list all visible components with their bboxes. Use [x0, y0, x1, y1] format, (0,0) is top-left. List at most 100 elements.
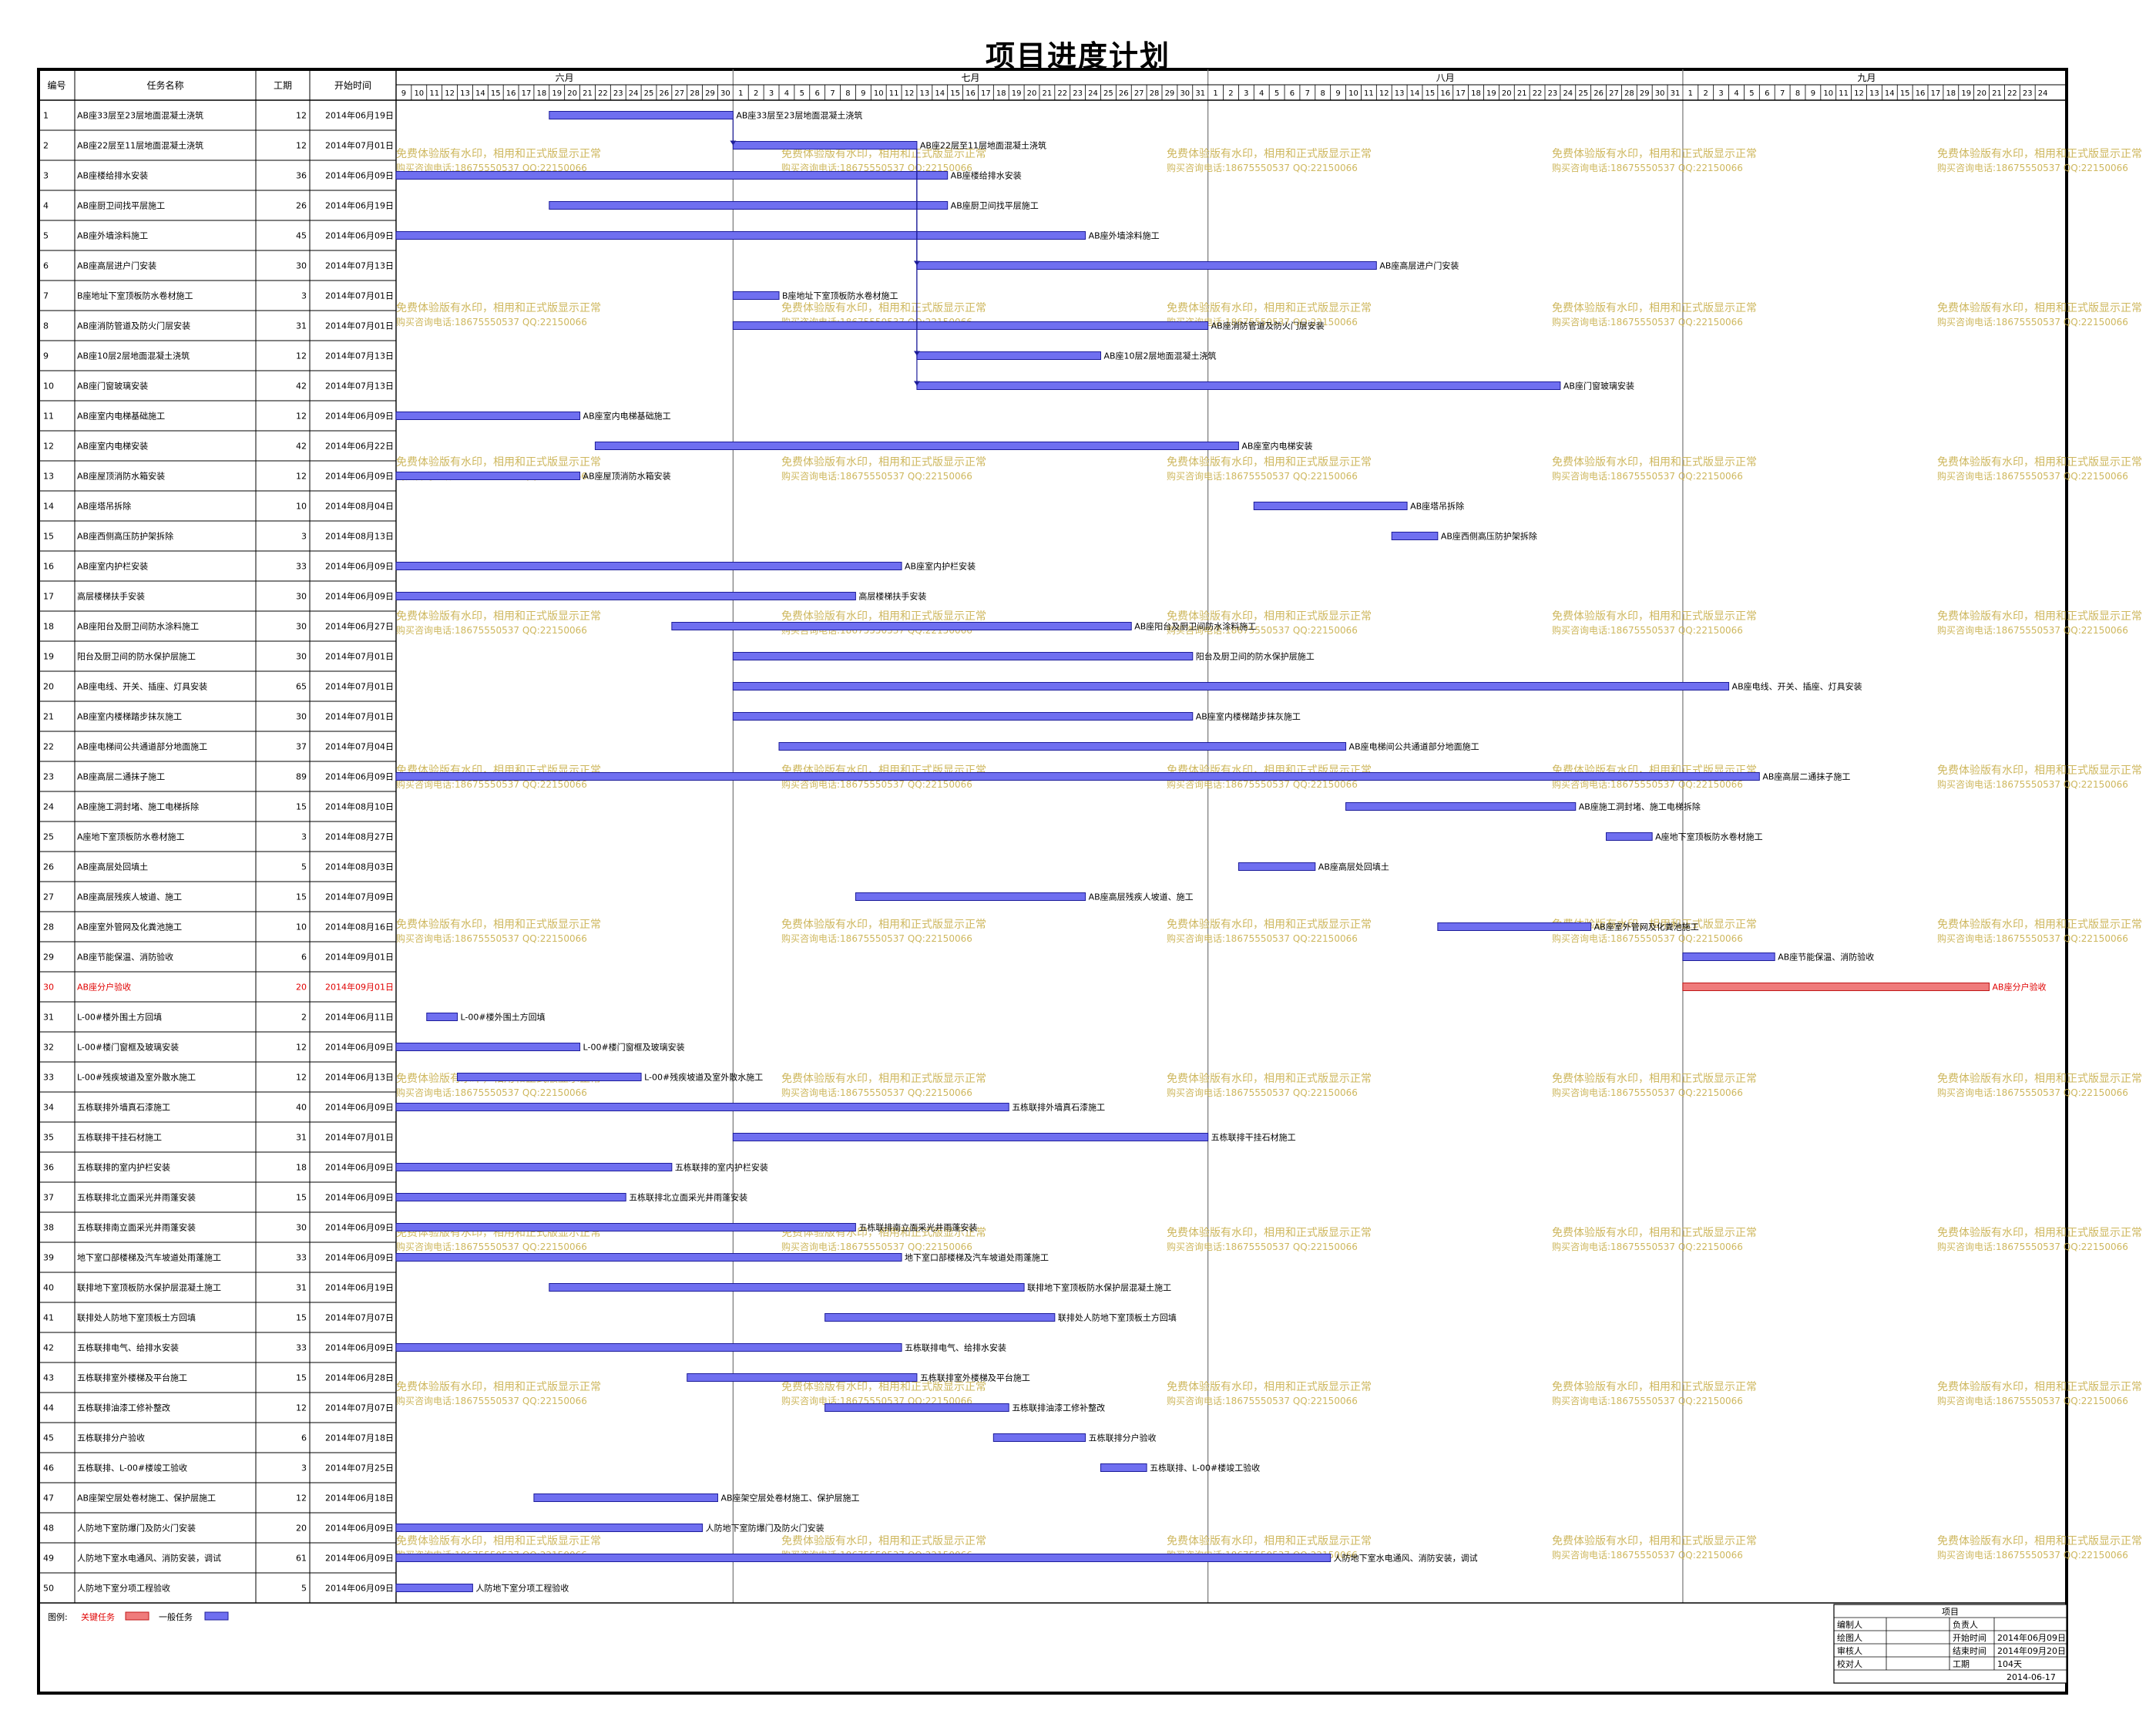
task-bar-label: 五栋联排、L-00#楼竣工验收 [1150, 1463, 1260, 1473]
watermark-line1: 免费体验版有水印，相用和正式版显示正常 [1167, 919, 1372, 931]
task-bar [395, 231, 1086, 240]
task-bar [395, 772, 1760, 781]
info-cell: 2014年09月20日 [1997, 1645, 2066, 1656]
task-bar-label: AB座节能保温、消防验收 [1778, 952, 1874, 963]
day-tick-label: 5 [800, 89, 804, 98]
task-bar-label: 人防地下室水电通风、消防安装，调试 [1334, 1553, 1478, 1564]
critical-task-bar [1682, 983, 1990, 991]
task-bar-label: 联排地下室顶板防水保护层混凝土施工 [1027, 1282, 1171, 1293]
day-tick-label: 3 [1244, 89, 1248, 98]
task-bar [395, 1524, 704, 1532]
task-duration: 12 [296, 1043, 307, 1053]
day-tick-label: 19 [1486, 89, 1496, 98]
day-tick-label: 23 [2023, 89, 2033, 98]
task-id: 25 [43, 832, 54, 842]
day-tick-label: 8 [845, 89, 850, 98]
task-duration: 3 [301, 832, 307, 842]
task-duration: 12 [296, 472, 307, 482]
task-id: 29 [43, 953, 54, 963]
task-id: 42 [43, 1343, 54, 1353]
task-id: 28 [43, 922, 54, 932]
task-id: 27 [43, 892, 54, 902]
day-tick-label: 18 [1471, 89, 1481, 98]
task-bar-label: AB座室内楼梯踏步抹灰施工 [1196, 711, 1301, 722]
watermark-line1: 免费体验版有水印，相用和正式版显示正常 [1552, 1227, 1757, 1239]
task-start: 2014年07月01日 [325, 140, 394, 151]
task-start: 2014年07月07日 [325, 1312, 394, 1323]
task-bar-label: 高层楼梯扶手安装 [858, 591, 926, 602]
watermark-line1: 免费体验版有水印，相用和正式版显示正常 [1937, 148, 2142, 160]
day-tick-label: 8 [1321, 89, 1325, 98]
info-cell: 开始时间 [1953, 1632, 1986, 1643]
day-tick-label: 13 [460, 89, 470, 98]
day-tick-label: 1 [1213, 89, 1217, 98]
task-bar-label: AB座厨卫间找平层施工 [951, 200, 1039, 211]
watermark-line1: 免费体验版有水印，相用和正式版显示正常 [1937, 1381, 2142, 1393]
task-bar-label: 五栋联排油漆工修补整改 [1012, 1403, 1105, 1413]
watermark-line1: 免费体验版有水印，相用和正式版显示正常 [1167, 302, 1372, 314]
task-bar-label: AB座电线、开关、插座、灯具安装 [1732, 681, 1862, 692]
task-bar [916, 261, 1377, 270]
task-id: 31 [43, 1013, 54, 1023]
task-duration: 3 [301, 532, 307, 542]
task-duration: 33 [296, 1253, 307, 1263]
day-tick-label: 17 [981, 89, 991, 98]
task-id: 48 [43, 1524, 54, 1534]
task-start: 2014年06月09日 [325, 1192, 394, 1203]
task-start: 2014年08月13日 [325, 531, 394, 542]
day-tick-label: 9 [861, 89, 865, 98]
task-start: 2014年06月09日 [325, 771, 394, 782]
task-duration: 65 [296, 682, 307, 692]
day-tick-label: 11 [1364, 89, 1374, 98]
task-name: AB座消防管道及防火门层安装 [77, 321, 190, 331]
day-tick-label: 1 [1688, 89, 1693, 98]
task-bar-label: AB座室外管网及化粪池施工 [1594, 922, 1699, 932]
task-bar [1606, 832, 1653, 841]
task-bar-label: 五栋联排的室内护栏安装 [675, 1162, 768, 1173]
task-bar-label: AB座架空层处卷材施工、保护层施工 [720, 1493, 859, 1504]
task-name: 五栋联排外墙真石漆施工 [77, 1102, 170, 1113]
task-duration: 30 [296, 1223, 307, 1233]
day-tick-label: 12 [905, 89, 915, 98]
task-duration: 33 [296, 562, 307, 572]
task-id: 14 [43, 502, 54, 512]
task-start: 2014年06月19日 [325, 110, 394, 121]
task-bar-label: AB座塔吊拆除 [1410, 501, 1464, 512]
task-start: 2014年06月18日 [325, 1493, 394, 1504]
day-tick-label: 13 [1395, 89, 1405, 98]
task-name: AB座33层至23层地面混凝土浇筑 [77, 110, 203, 121]
watermark-line2: 购买咨询电话:18675550537 QQ:22150066 [1937, 1087, 2128, 1098]
task-bar-label: AB座门窗玻璃安装 [1563, 381, 1634, 391]
day-tick-label: 17 [1931, 89, 1941, 98]
day-tick-label: 6 [815, 89, 820, 98]
task-bar-label: AB座施工洞封堵、施工电梯拆除 [1579, 801, 1701, 812]
day-tick-label: 24 [1563, 89, 1573, 98]
day-tick-label: 10 [874, 89, 884, 98]
watermark-line1: 免费体验版有水印，相用和正式版显示正常 [1937, 1073, 2142, 1085]
task-start: 2014年06月09日 [325, 1553, 394, 1564]
task-name: AB座电梯间公共通道部分地面施工 [77, 741, 207, 752]
task-name: 人防地下室分项工程验收 [77, 1583, 170, 1594]
watermark-line2: 购买咨询电话:18675550537 QQ:22150066 [1167, 932, 1358, 944]
day-tick-label: 27 [674, 89, 684, 98]
legend-normal-label: 一般任务 [159, 1612, 193, 1622]
task-id: 8 [43, 321, 49, 331]
task-start: 2014年06月09日 [325, 170, 394, 181]
day-tick-label: 4 [784, 89, 789, 98]
task-bar [594, 442, 1239, 450]
day-tick-label: 22 [2007, 89, 2017, 98]
day-tick-label: 28 [1624, 89, 1634, 98]
task-id: 49 [43, 1554, 54, 1564]
task-start: 2014年06月27日 [325, 621, 394, 632]
task-bar-label: 阳台及厨卫间的防水保护层施工 [1196, 651, 1315, 662]
watermark-line2: 购买咨询电话:18675550537 QQ:22150066 [1552, 1241, 1743, 1252]
day-tick-label: 11 [889, 89, 899, 98]
month-label: 八月 [1436, 72, 1455, 83]
watermark-line1: 免费体验版有水印，相用和正式版显示正常 [1167, 148, 1372, 160]
task-id: 39 [43, 1253, 54, 1263]
day-tick-label: 24 [2038, 89, 2048, 98]
task-start: 2014年06月19日 [325, 1282, 394, 1293]
day-tick-label: 12 [445, 89, 455, 98]
day-tick-label: 15 [950, 89, 960, 98]
task-bar [395, 412, 581, 420]
